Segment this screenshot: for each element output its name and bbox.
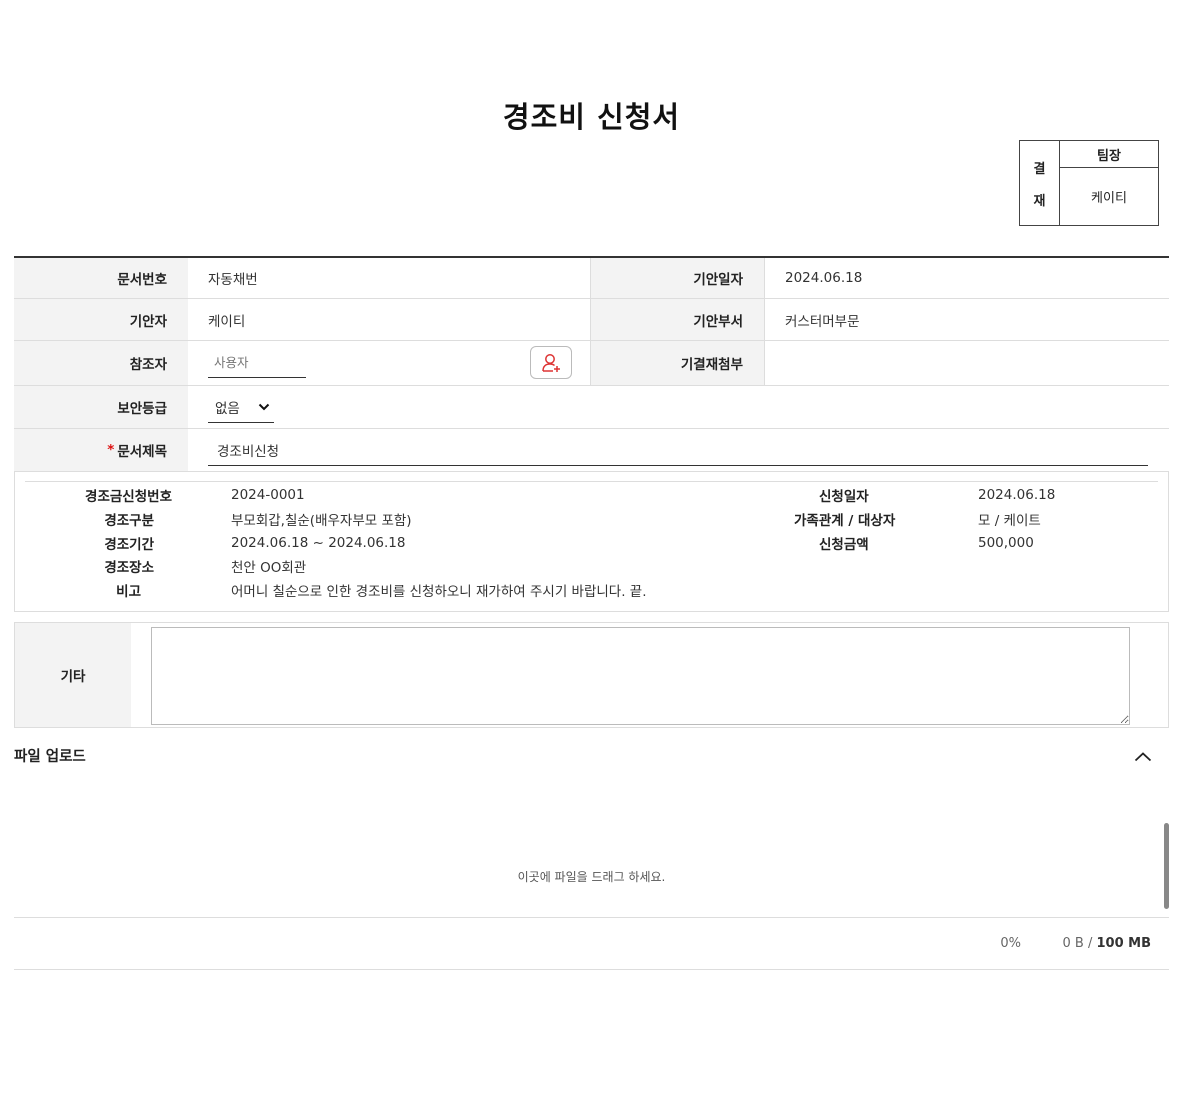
form-row-security: 보안등급 없음	[14, 386, 1169, 429]
doc-no-value: 자동채번	[188, 258, 591, 298]
doc-title-input[interactable]: 경조비신청	[208, 434, 1148, 466]
reference-user-input[interactable]	[208, 348, 306, 378]
amount-label: 신청금액	[819, 537, 869, 553]
amount-value: 500,000	[978, 535, 1034, 551]
ref-cell	[188, 341, 591, 385]
doc-title-label-cell: * 문서제목	[14, 429, 188, 471]
approval-name: 케이티	[1091, 191, 1127, 206]
detail-section: 경조금신청번호 2024-0001 경조구분 부모회갑,칠순(배우자부모 포함)…	[14, 471, 1169, 612]
draft-dept-label: 기안부서	[591, 299, 765, 340]
upload-percent: 0%	[1000, 936, 1021, 951]
form-row-reference: 참조자 기결재첨부	[14, 341, 1169, 386]
dropzone-hint: 이곳에 파일을 드래그 하세요.	[517, 870, 666, 884]
upload-size-max: 100 MB	[1096, 936, 1151, 951]
place-label: 경조장소	[104, 560, 154, 576]
user-add-icon	[542, 353, 560, 372]
required-mark: *	[107, 442, 115, 458]
req-date-value: 2024.06.18	[978, 487, 1056, 503]
doc-title-label: 문서제목	[117, 444, 167, 460]
detail-divider	[25, 481, 1158, 482]
note-label: 비고	[116, 584, 141, 600]
attach-value[interactable]	[765, 341, 1169, 385]
attach-label: 기결재첨부	[591, 341, 765, 385]
family-value: 모 / 케이트	[978, 513, 1041, 529]
chevron-up-icon	[1134, 752, 1152, 762]
detail-row-note: 비고	[15, 580, 141, 600]
doc-title-cell: 경조비신청	[188, 429, 1148, 471]
upload-progress-row: 0% 0 B / 100 MB	[14, 918, 1169, 970]
place-value: 천안 OO회관	[231, 560, 307, 576]
upload-title: 파일 업로드	[14, 749, 86, 765]
etc-row: 기타	[14, 622, 1169, 728]
detail-row-place: 경조장소	[15, 556, 154, 576]
approval-box: 결 재 팀장 케이티	[1019, 140, 1159, 226]
upload-collapse-button[interactable]	[1131, 745, 1155, 769]
detail-row-reqno: 경조금신청번호	[15, 485, 172, 505]
period-label: 경조기간	[104, 537, 154, 553]
detail-row-type: 경조구분	[15, 509, 154, 529]
scrollbar[interactable]	[1164, 823, 1169, 909]
etc-textarea[interactable]	[151, 627, 1130, 725]
page-title: 경조비 신청서	[502, 100, 681, 134]
drafter-value: 케이티	[188, 299, 591, 340]
draft-date-value: 2024.06.18	[785, 270, 863, 286]
approval-side-1: 결	[1033, 161, 1046, 177]
etc-label: 기타	[15, 623, 131, 727]
approval-role: 팀장	[1060, 141, 1158, 168]
file-dropzone[interactable]: 이곳에 파일을 드래그 하세요.	[14, 788, 1169, 918]
security-select[interactable]: 없음	[208, 391, 274, 423]
type-label: 경조구분	[104, 513, 154, 529]
upload-size: 0 B / 100 MB	[1063, 936, 1151, 951]
req-date-label: 신청일자	[819, 489, 869, 505]
req-no-value: 2024-0001	[231, 487, 305, 503]
chevron-down-icon	[258, 403, 270, 410]
draft-date-label: 기안일자	[591, 258, 765, 298]
drafter-label: 기안자	[14, 299, 188, 340]
approval-side: 결 재	[1020, 141, 1060, 225]
type-value: 부모회갑,칠순(배우자부모 포함)	[231, 513, 412, 529]
form-row-title: * 문서제목 경조비신청	[14, 429, 1169, 472]
security-label: 보안등급	[14, 386, 188, 428]
approval-side-2: 재	[1033, 193, 1046, 209]
ref-wrap	[208, 346, 590, 379]
detail-row-period: 경조기간	[15, 533, 154, 553]
security-value: 없음	[215, 400, 240, 417]
doc-no-label: 문서번호	[14, 258, 188, 298]
family-label: 가족관계 / 대상자	[794, 513, 896, 529]
period-value: 2024.06.18 ~ 2024.06.18	[231, 535, 406, 551]
approval-column: 팀장 케이티	[1060, 141, 1158, 225]
form-row-docno: 문서번호 자동채번 기안일자 2024.06.18	[14, 258, 1169, 299]
upload-size-used: 0 B /	[1062, 936, 1097, 951]
note-value: 어머니 칠순으로 인한 경조비를 신청하오니 재가하여 주시기 바랍니다. 끝.	[231, 584, 647, 600]
security-cell: 없음	[188, 386, 274, 428]
draft-dept-value: 커스터머부문	[785, 313, 860, 330]
req-no-label: 경조금신청번호	[85, 489, 172, 505]
document-form: 문서번호 자동채번 기안일자 2024.06.18 기안자 케이티 기안부서 커…	[14, 256, 1169, 472]
form-row-drafter: 기안자 케이티 기안부서 커스터머부문	[14, 299, 1169, 341]
ref-label: 참조자	[14, 341, 188, 385]
add-reference-user-button[interactable]	[530, 346, 572, 379]
